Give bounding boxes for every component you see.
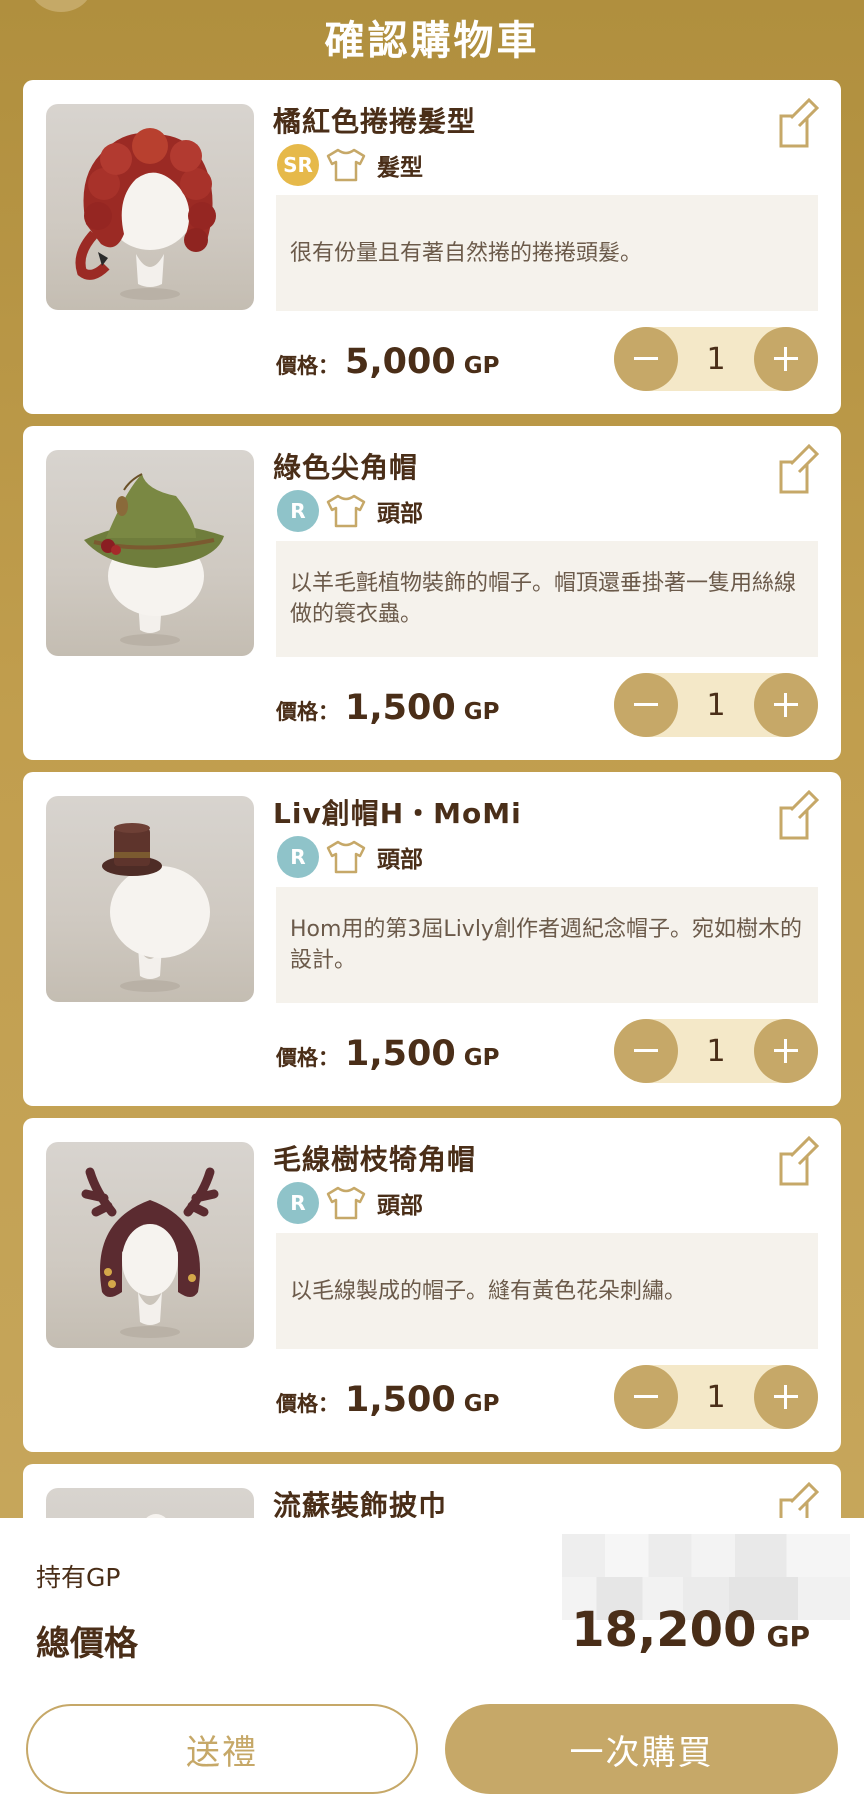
item-price: 價格： 1,500 GP [276,1380,499,1420]
increase-button[interactable] [754,1019,818,1083]
quantity-stepper: 1 [614,1365,818,1429]
item-price: 價格： 1,500 GP [276,1034,499,1074]
item-name: 橘紅色捲捲髮型 [273,105,477,138]
curly-red-hair-icon [75,128,216,300]
price-label: 價格： [276,1392,339,1416]
price-label: 價格： [276,1046,339,1070]
item-name: 毛線樹枝犄角帽 [273,1143,477,1176]
total-price: 18,200 GP [571,1602,810,1658]
item-tags: R 頭部 [277,836,423,878]
increase-button[interactable] [754,673,818,737]
cart-item: 綠色尖角帽 R 頭部 以羊毛氈植物裝飾的帽子。帽頂還垂掛著一隻用絲線做的簑衣蟲。… [23,426,841,760]
price-unit: GP [463,699,500,725]
shirt-icon [326,1186,366,1220]
rarity-badge: R [277,490,319,532]
item-description: 以毛線製成的帽子。縫有黃色花朵刺繡。 [276,1233,818,1349]
item-category: 頭部 [377,847,423,873]
item-category: 頭部 [377,501,423,527]
gift-button[interactable]: 送禮 [26,1704,418,1794]
page-title: 確認購物車 [324,18,540,64]
minus-icon [634,1395,658,1398]
header: 確認購物車 [0,0,864,78]
total-price-unit: GP [766,1620,810,1653]
decrease-button[interactable] [614,1019,678,1083]
quantity-stepper: 1 [614,327,818,391]
item-thumbnail [46,104,254,310]
quantity-value: 1 [706,687,726,723]
price-label: 價格： [276,700,339,724]
quantity-value: 1 [706,1033,726,1069]
item-category: 頭部 [377,1193,423,1219]
item-price: 價格： 1,500 GP [276,688,499,728]
edit-icon[interactable] [777,1132,821,1188]
quantity-stepper: 1 [614,1019,818,1083]
quantity-value: 1 [706,341,726,377]
item-name: Liv創帽H・MoMi [273,797,522,830]
price-label: 價格： [276,354,339,378]
increase-button[interactable] [754,1365,818,1429]
plus-icon [774,1039,798,1063]
plus-icon [774,347,798,371]
item-name: 綠色尖角帽 [273,451,419,484]
cart-item: 橘紅色捲捲髮型 SR 髮型 很有份量且有著自然捲的捲捲頭髮。 價格： 5,000… [23,80,841,414]
owned-gp-label: 持有GP [36,1563,121,1592]
price-unit: GP [463,353,500,379]
minus-icon [634,703,658,706]
item-tags: R 頭部 [277,1182,423,1224]
cart-item: Liv創帽H・MoMi R 頭部 Hom用的第3屆Livly創作者週紀念帽子。宛… [23,772,841,1106]
price-unit: GP [463,1391,500,1417]
item-category: 髮型 [377,155,423,181]
item-tags: SR 髮型 [277,144,423,186]
item-thumbnail [46,796,254,1002]
decrease-button[interactable] [614,1365,678,1429]
rarity-badge: SR [277,144,319,186]
shirt-icon [326,840,366,874]
rarity-badge: R [277,1182,319,1224]
price-unit: GP [463,1045,500,1071]
item-price: 價格： 5,000 GP [276,342,499,382]
price-value: 1,500 [345,1380,456,1420]
plus-icon [774,1385,798,1409]
cart-item: 毛線樹枝犄角帽 R 頭部 以毛線製成的帽子。縫有黃色花朵刺繡。 價格： 1,50… [23,1118,841,1452]
item-description: Hom用的第3屆Livly創作者週紀念帽子。宛如樹木的設計。 [276,887,818,1003]
edit-icon[interactable] [777,94,821,150]
brown-top-hat-icon [102,823,210,992]
minus-icon [634,357,658,360]
rarity-badge: R [277,836,319,878]
total-price-value: 18,200 [571,1602,757,1658]
minus-icon [634,1049,658,1052]
item-description: 以羊毛氈植物裝飾的帽子。帽頂還垂掛著一隻用絲線做的簑衣蟲。 [276,541,818,657]
price-value: 1,500 [345,1034,456,1074]
plus-icon [774,693,798,717]
shirt-icon [326,494,366,528]
decrease-button[interactable] [614,673,678,737]
item-thumbnail [46,1142,254,1348]
edit-icon[interactable] [777,786,821,842]
buy-all-button[interactable]: 一次購買 [445,1704,838,1794]
quantity-value: 1 [706,1379,726,1415]
item-thumbnail [46,450,254,656]
quantity-stepper: 1 [614,673,818,737]
increase-button[interactable] [754,327,818,391]
price-value: 5,000 [345,342,456,382]
edit-icon[interactable] [777,440,821,496]
green-witch-hat-icon [84,473,224,646]
total-price-label: 總價格 [36,1624,138,1664]
item-description: 很有份量且有著自然捲的捲捲頭髮。 [276,195,818,311]
shirt-icon [326,148,366,182]
item-tags: R 頭部 [277,490,423,532]
decrease-button[interactable] [614,327,678,391]
antler-knit-hat-icon [81,1167,219,1338]
price-value: 1,500 [345,688,456,728]
checkout-panel: 持有GP 總價格 18,200 GP 送禮 一次購買 [0,1518,864,1818]
